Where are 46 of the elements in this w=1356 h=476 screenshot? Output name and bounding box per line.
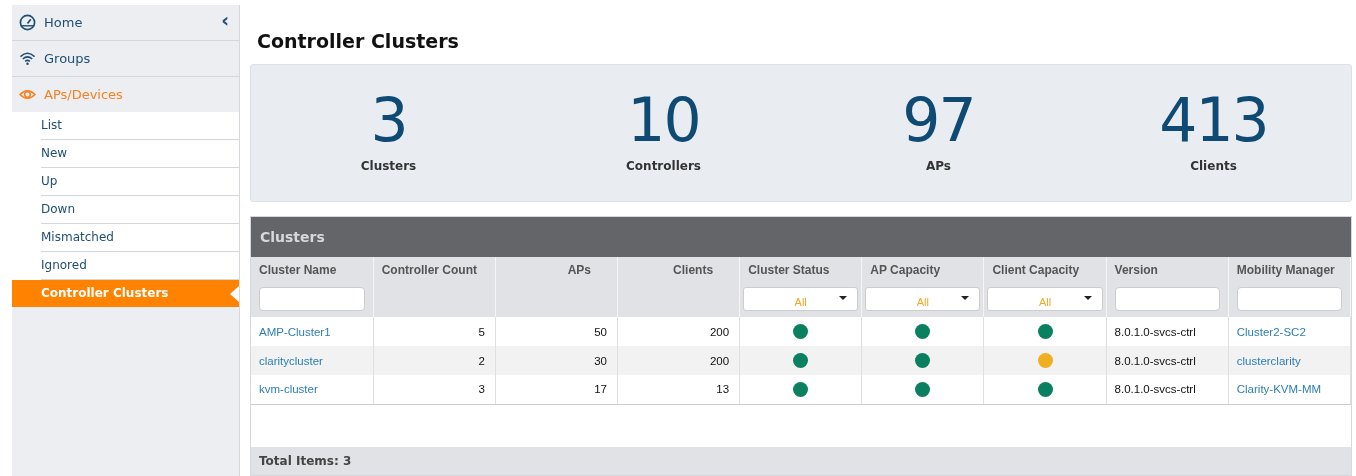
column-header[interactable]: Client Capacity bbox=[992, 263, 1098, 277]
sidebar-label: Groups bbox=[44, 51, 91, 66]
table-cell: 8.0.1.0-svcs-ctrl bbox=[1114, 354, 1196, 367]
sidebar-subitem[interactable]: Up bbox=[41, 168, 239, 196]
wifi-icon bbox=[19, 50, 36, 67]
table-footer: Total Items: 3 bbox=[251, 447, 1351, 475]
cell-link[interactable]: AMP-Cluster1 bbox=[259, 325, 331, 338]
sidebar-subitem[interactable]: New bbox=[41, 140, 239, 168]
sidebar-subitem[interactable]: Mismatched bbox=[41, 224, 239, 252]
stat-value: 10 bbox=[627, 87, 700, 153]
filter-field[interactable] bbox=[1114, 287, 1220, 311]
stat-value: 97 bbox=[902, 87, 975, 153]
cell-link[interactable]: Cluster2-SC2 bbox=[1236, 325, 1306, 338]
sidebar-item[interactable]: Groups bbox=[12, 41, 239, 77]
table-cell: 3 bbox=[478, 383, 485, 396]
stat-label: Clients bbox=[1190, 159, 1237, 173]
collapse-button[interactable]: ‹ bbox=[221, 11, 229, 30]
table-cell: 2 bbox=[478, 354, 485, 367]
sidebar-label: APs/Devices bbox=[44, 87, 123, 102]
table-cell: 50 bbox=[594, 325, 607, 338]
page-title: Controller Clusters bbox=[257, 30, 460, 52]
table-cell: 8.0.1.0-svcs-ctrl bbox=[1114, 325, 1196, 338]
sidebar-subitem[interactable]: Down bbox=[41, 196, 239, 224]
stat-label: Controllers bbox=[626, 159, 701, 173]
table-cell: 200 bbox=[709, 354, 730, 367]
column-header[interactable]: Cluster Status bbox=[748, 263, 854, 277]
panel-title: Clusters bbox=[251, 217, 1351, 257]
stat-value: 413 bbox=[1159, 87, 1268, 153]
table-cell: 17 bbox=[594, 383, 607, 396]
filter-field[interactable] bbox=[1236, 287, 1342, 311]
table-cell: 30 bbox=[594, 354, 607, 367]
table-cell: 13 bbox=[716, 383, 730, 396]
cell-link[interactable]: Clarity-KVM-MM bbox=[1236, 383, 1322, 396]
stat-value: 3 bbox=[370, 87, 407, 153]
stat-label: Clusters bbox=[360, 159, 417, 173]
table-cell: 200 bbox=[709, 325, 730, 338]
stat-label: APs bbox=[926, 159, 951, 173]
sidebar-item[interactable]: Home ‹ bbox=[12, 5, 239, 41]
sidebar-label: Home bbox=[44, 15, 83, 30]
gauge-icon bbox=[19, 14, 36, 31]
filter-field[interactable] bbox=[259, 287, 365, 311]
sidebar-subitem[interactable]: List bbox=[41, 112, 239, 140]
table-cell: 5 bbox=[478, 325, 485, 338]
column-header[interactable]: AP Capacity bbox=[870, 263, 976, 277]
cell-link[interactable]: kvm-cluster bbox=[259, 383, 318, 396]
table-cell: 8.0.1.0-svcs-ctrl bbox=[1114, 383, 1196, 396]
